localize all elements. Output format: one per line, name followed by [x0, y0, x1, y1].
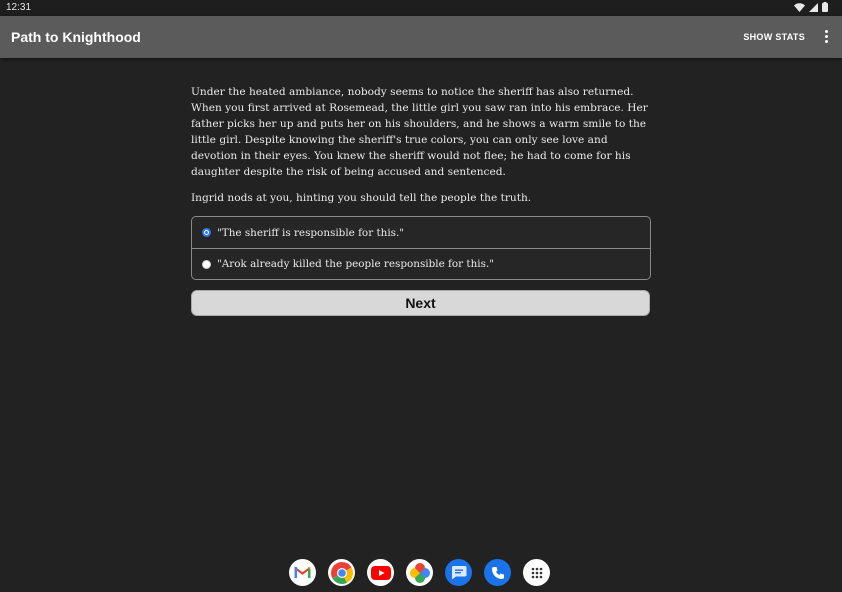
phone-icon[interactable] [484, 559, 511, 586]
signal-icon [809, 2, 818, 12]
story-text: Under the heated ambiance, nobody seems … [191, 84, 651, 216]
app-title: Path to Knighthood [11, 29, 141, 45]
radio-button-selected[interactable] [202, 228, 211, 237]
choice-label: "The sheriff is responsible for this." [217, 226, 405, 239]
story-paragraph: Under the heated ambiance, nobody seems … [191, 86, 648, 178]
radio-button[interactable] [202, 259, 211, 269]
choice-option-1[interactable]: "The sheriff is responsible for this." [192, 217, 650, 248]
gmail-icon[interactable] [289, 559, 316, 586]
status-time: 12:31 [6, 2, 32, 13]
story-paragraph: Ingrid nods at you, hinting you should t… [191, 192, 532, 204]
choice-list: "The sheriff is responsible for this." "… [191, 216, 651, 280]
youtube-icon[interactable] [367, 559, 394, 586]
app-drawer-icon[interactable] [523, 559, 550, 586]
next-button[interactable]: Next [191, 290, 650, 316]
status-bar: 12:31 [0, 0, 842, 16]
choice-option-2[interactable]: "Arok already killed the people responsi… [192, 248, 650, 279]
chrome-icon[interactable] [328, 559, 355, 586]
wifi-icon [794, 2, 805, 12]
app-bar: Path to Knighthood SHOW STATS [0, 16, 842, 58]
messages-icon[interactable] [445, 559, 472, 586]
battery-icon [822, 2, 828, 12]
taskbar-dock [0, 548, 842, 592]
choice-label: "Arok already killed the people responsi… [217, 258, 495, 270]
more-options-icon[interactable] [823, 29, 829, 45]
system-icons [794, 2, 828, 12]
photos-icon[interactable] [406, 559, 433, 586]
show-stats-button[interactable]: SHOW STATS [743, 32, 805, 42]
